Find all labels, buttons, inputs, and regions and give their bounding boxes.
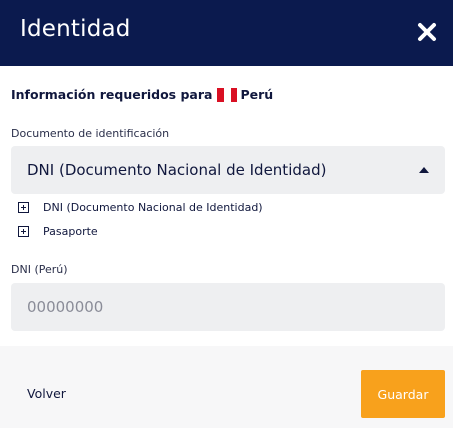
dialog-footer: Volver Guardar	[0, 346, 453, 428]
document-option-dni[interactable]: DNI (Documento Nacional de Identidad)	[18, 199, 263, 215]
document-type-label: Documento de identificación	[11, 127, 170, 140]
dialog-title: Identidad	[20, 16, 131, 42]
document-option-pasaporte[interactable]: Pasaporte	[18, 223, 98, 239]
dialog-content: Información requeridos para Perú Documen…	[0, 66, 453, 346]
dni-input[interactable]	[11, 283, 445, 331]
plus-square-icon	[18, 225, 29, 237]
document-type-selected: DNI (Documento Nacional de Identidad)	[27, 161, 327, 179]
close-icon[interactable]	[413, 18, 441, 46]
document-option-label: Pasaporte	[43, 224, 98, 238]
peru-flag-icon	[217, 87, 238, 102]
save-button[interactable]: Guardar	[361, 370, 445, 418]
document-type-select[interactable]: DNI (Documento Nacional de Identidad)	[11, 146, 445, 194]
requirements-line: Información requeridos para Perú	[11, 87, 273, 102]
plus-square-icon	[18, 201, 29, 213]
document-option-label: DNI (Documento Nacional de Identidad)	[43, 200, 263, 214]
dialog-header: Identidad	[0, 0, 453, 66]
requirements-prefix: Información requeridos para	[11, 87, 213, 102]
dni-label: DNI (Perú)	[11, 263, 68, 276]
caret-up-icon	[419, 167, 429, 173]
requirements-country: Perú	[240, 87, 274, 102]
back-button[interactable]: Volver	[27, 386, 66, 401]
